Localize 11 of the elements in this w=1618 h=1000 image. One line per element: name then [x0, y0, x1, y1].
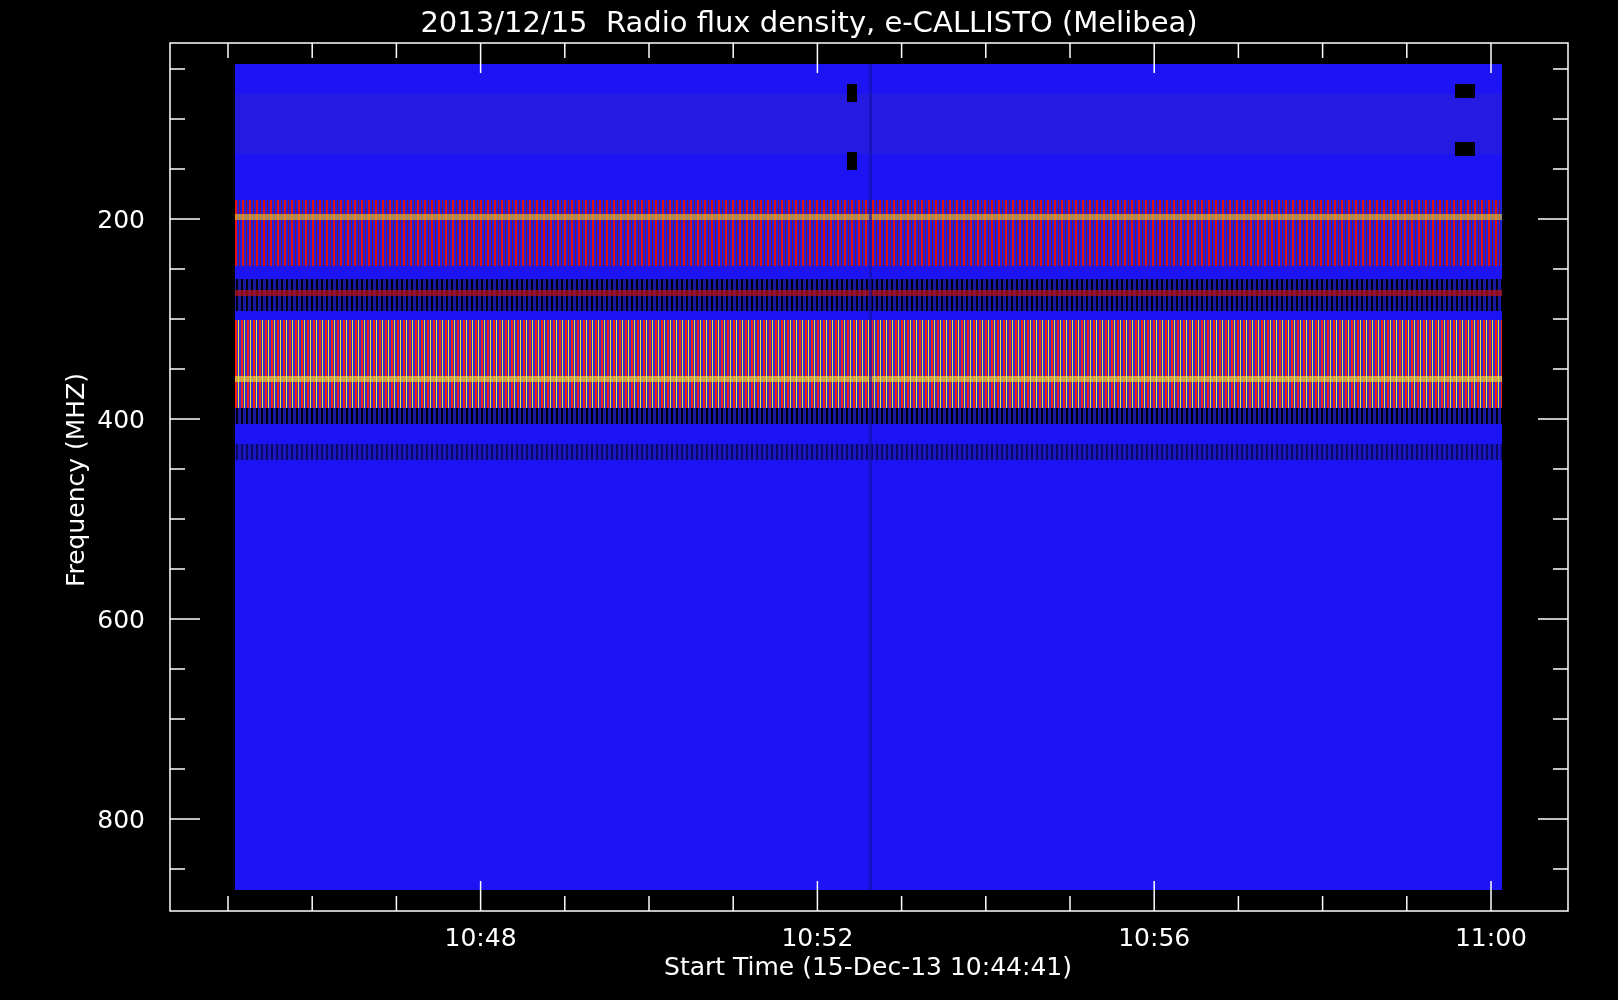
y-tick-label: 800 [97, 805, 145, 834]
x-tick-label: 10:48 [444, 923, 517, 952]
y-tick-label: 400 [97, 405, 145, 434]
chart-title: 2013/12/15 Radio flux density, e-CALLISTO (Melibea) [420, 5, 1198, 39]
y-tick-label: 200 [97, 205, 145, 234]
x-tick-label: 10:52 [781, 923, 854, 952]
y-tick-label: 600 [97, 605, 145, 634]
y-axis-label: Frequency (MHZ) [61, 372, 90, 588]
x-axis-label: Start Time (15-Dec-13 10:44:41) [664, 952, 1072, 981]
x-tick-label: 11:00 [1455, 923, 1527, 952]
x-tick-label: 10:56 [1118, 923, 1191, 952]
